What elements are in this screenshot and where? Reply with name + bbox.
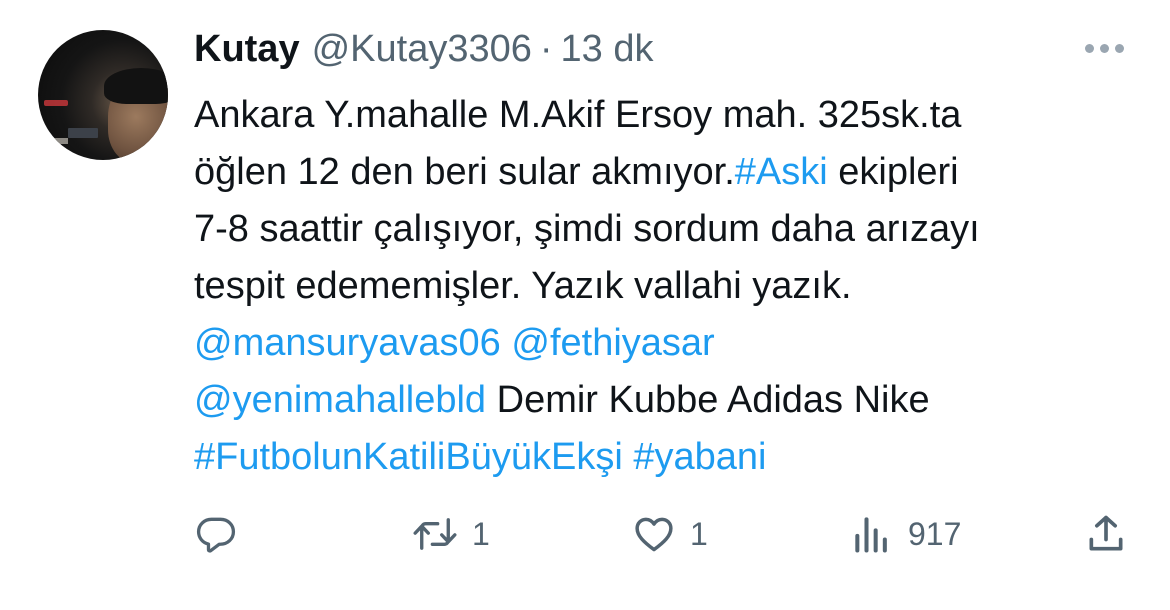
- tweet-text-segment: [501, 322, 512, 364]
- mention-link[interactable]: @yenimahallebld: [194, 379, 486, 421]
- tweet-text-segment: tespit edememişler. Yazık vallahi yazık.: [194, 265, 852, 307]
- mention-link[interactable]: @fethiyasar: [511, 322, 714, 364]
- tweet-text-segment: öğlen 12 den beri sular akmıyor.: [194, 151, 735, 193]
- avatar[interactable]: [38, 30, 168, 160]
- hashtag-link[interactable]: #FutbolunKatiliBüyükEkşi: [194, 436, 623, 478]
- reply-button[interactable]: [194, 512, 252, 556]
- views-button[interactable]: 917: [850, 512, 961, 556]
- views-count: 917: [908, 516, 962, 552]
- retweet-count: 1: [472, 516, 490, 552]
- tweet-text-line: #FutbolunKatiliBüyükEkşi #yabani: [194, 429, 1134, 486]
- avatar-hair: [104, 68, 168, 104]
- tweet-card[interactable]: Kutay @Kutay3306 · 13 dk Ankara Y.mahall…: [0, 0, 1170, 610]
- tweet-timestamp[interactable]: 13 dk: [561, 24, 654, 74]
- mention-link[interactable]: @mansuryavas06: [194, 322, 501, 364]
- avatar-bg-sign: [50, 138, 68, 144]
- tweet-text-line: öğlen 12 den beri sular akmıyor.#Aski ek…: [194, 144, 1134, 201]
- tweet-text-line: 7-8 saattir çalışıyor, şimdi sordum daha…: [194, 201, 1134, 258]
- views-bar-chart-icon: [855, 517, 887, 553]
- tweet-text-line: @mansuryavas06 @fethiyasar: [194, 315, 1134, 372]
- tweet-text-segment: 7-8 saattir çalışıyor, şimdi sordum daha…: [194, 208, 980, 250]
- tweet-text-segment: ekipleri: [827, 151, 959, 193]
- like-count: 1: [690, 516, 708, 552]
- tweet-header: Kutay @Kutay3306 · 13 dk: [194, 24, 653, 74]
- tweet-text-line: Ankara Y.mahalle M.Akif Ersoy mah. 325sk…: [194, 87, 1134, 144]
- author-name[interactable]: Kutay: [194, 24, 300, 74]
- reply-icon: [196, 517, 236, 553]
- tweet-text: Ankara Y.mahalle M.Akif Ersoy mah. 325sk…: [194, 87, 1134, 486]
- tweet-text-line: @yenimahallebld Demir Kubbe Adidas Nike: [194, 372, 1134, 429]
- heart-icon: [635, 517, 673, 552]
- more-dots-icon: [1115, 44, 1124, 53]
- more-dots-icon: [1100, 44, 1109, 53]
- avatar-bg-neon: [44, 100, 68, 106]
- tweet-text-segment: [623, 436, 634, 478]
- retweet-icon: [413, 518, 457, 550]
- author-handle[interactable]: @Kutay3306: [312, 24, 532, 74]
- share-icon: [1089, 515, 1123, 551]
- header-separator: ·: [539, 28, 553, 70]
- tweet-text-line: tespit edememişler. Yazık vallahi yazık.: [194, 258, 1134, 315]
- avatar-bg-shape: [68, 128, 98, 138]
- more-options-button[interactable]: [1085, 44, 1124, 53]
- hashtag-link[interactable]: #yabani: [633, 436, 766, 478]
- retweet-button[interactable]: 1: [412, 512, 490, 556]
- tweet-actions-bar: 1 1 917: [0, 500, 1170, 560]
- like-button[interactable]: 1: [632, 512, 708, 556]
- share-button[interactable]: [1084, 512, 1128, 556]
- more-dots-icon: [1085, 44, 1094, 53]
- hashtag-link[interactable]: #Aski: [735, 151, 828, 193]
- tweet-text-segment: Ankara Y.mahalle M.Akif Ersoy mah. 325sk…: [194, 94, 962, 136]
- tweet-text-segment: Demir Kubbe Adidas Nike: [486, 379, 930, 421]
